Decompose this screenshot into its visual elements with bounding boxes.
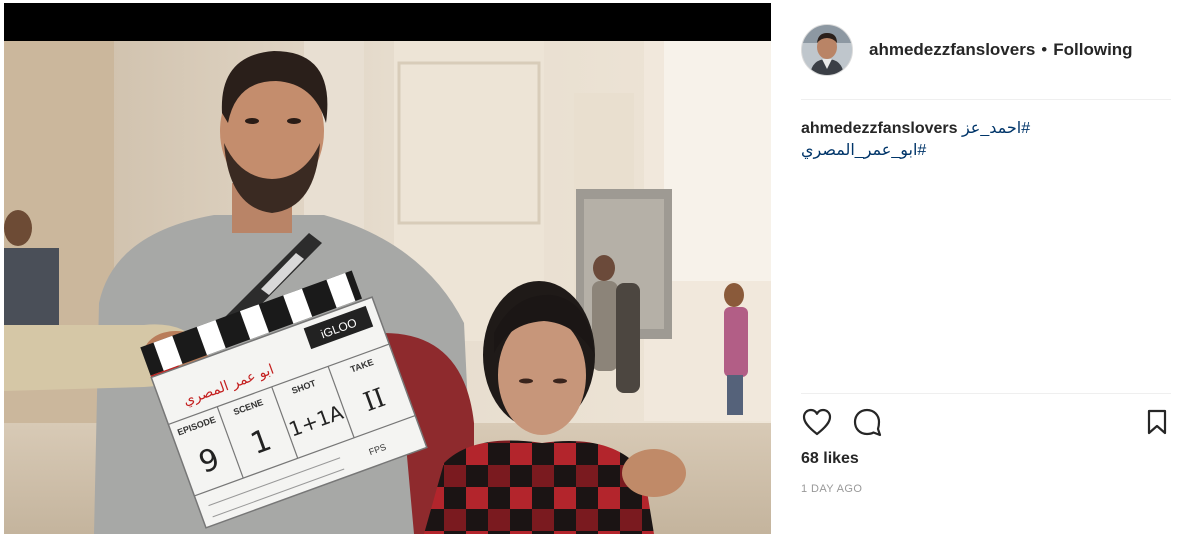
save-button[interactable] — [1139, 404, 1175, 440]
instagram-post: iGLOO ابو عمر المصري EPISODE SCENE SHOT … — [0, 0, 1200, 537]
actions-divider — [801, 393, 1171, 394]
following-button[interactable]: Following — [1053, 40, 1132, 60]
hashtag-link[interactable]: #احمد_عز — [962, 120, 1030, 137]
likes-count[interactable]: 68 likes — [801, 450, 859, 468]
heart-icon — [802, 408, 832, 436]
post-photo[interactable]: iGLOO ابو عمر المصري EPISODE SCENE SHOT … — [4, 3, 771, 534]
post-caption: ahmedezzfanslovers #احمد_عز #ابو_عمر_الم… — [801, 118, 1171, 162]
photo-scene: iGLOO ابو عمر المصري EPISODE SCENE SHOT … — [4, 3, 771, 534]
post-side-panel: ahmedezzfanslovers • Following ahmedezzf… — [771, 0, 1200, 537]
like-button[interactable] — [799, 404, 835, 440]
post-header: ahmedezzfanslovers • Following — [801, 22, 1171, 78]
hashtag-link[interactable]: #ابو_عمر_المصري — [801, 140, 1171, 162]
post-actions — [801, 404, 1171, 440]
header-separator: • — [1041, 40, 1048, 59]
comment-button[interactable] — [849, 404, 885, 440]
header-divider — [801, 99, 1171, 100]
post-timestamp[interactable]: 1 DAY AGO — [801, 483, 862, 495]
caption-username[interactable]: ahmedezzfanslovers — [801, 120, 958, 137]
post-username[interactable]: ahmedezzfanslovers — [869, 40, 1035, 60]
avatar-image — [802, 25, 852, 75]
comment-icon — [853, 408, 882, 437]
bookmark-icon — [1147, 409, 1167, 435]
avatar[interactable] — [801, 24, 853, 76]
